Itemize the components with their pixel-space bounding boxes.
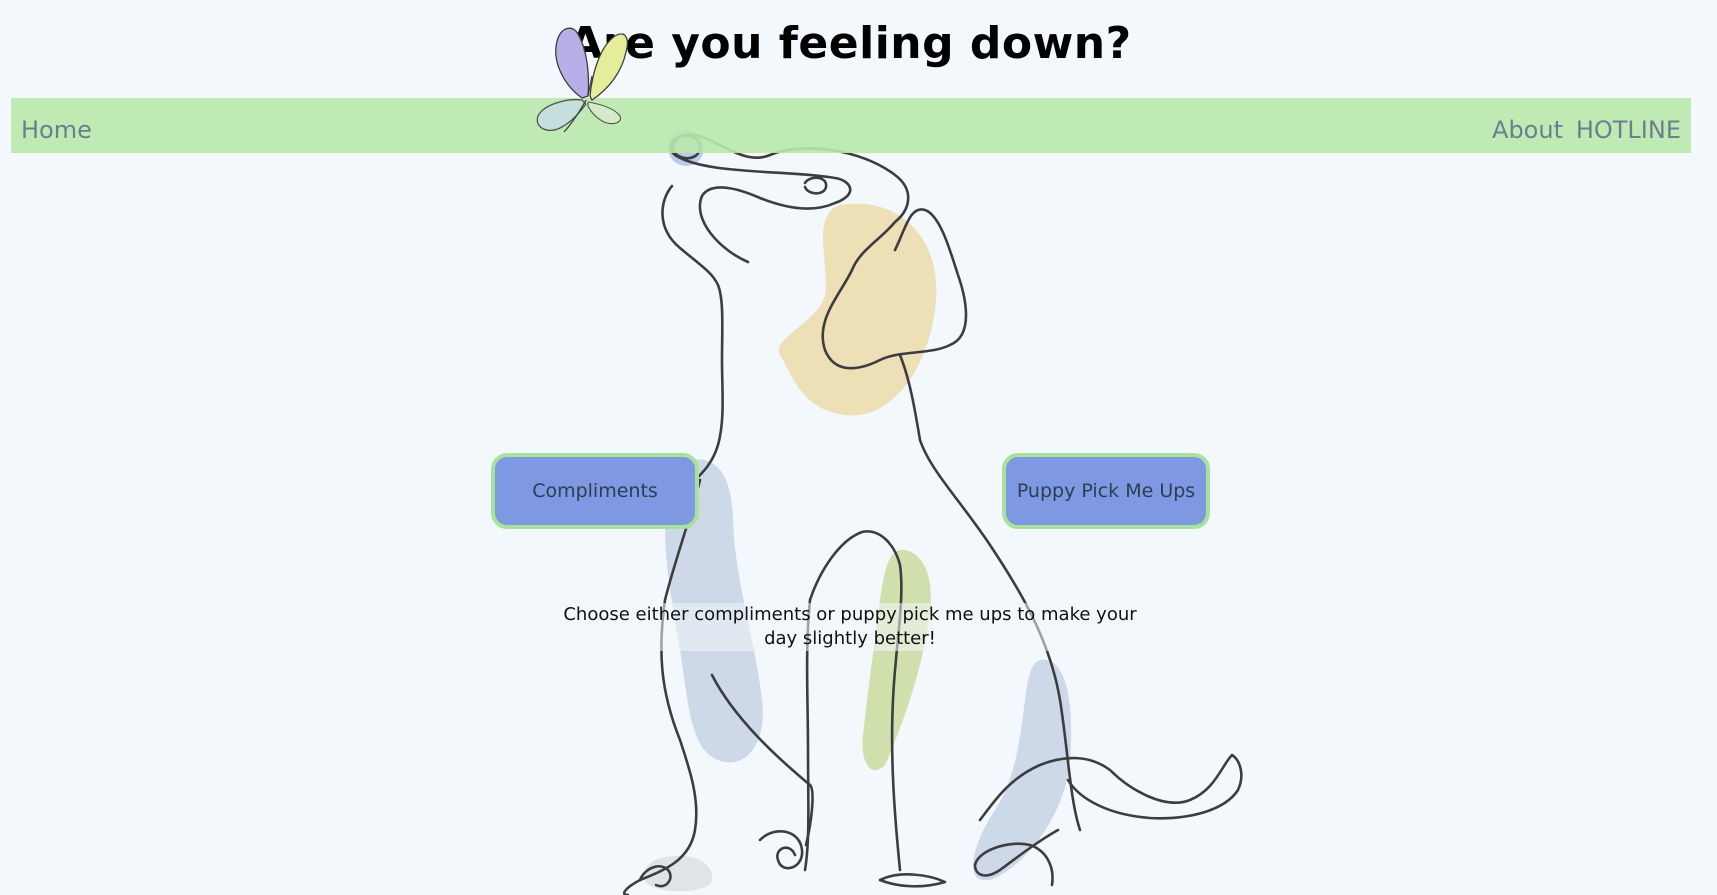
compliments-button[interactable]: Compliments <box>491 453 699 529</box>
page-title: Are you feeling down? <box>568 18 1132 69</box>
puppy-pick-me-ups-button[interactable]: Puppy Pick Me Ups <box>1002 453 1210 529</box>
navbar: Home About HOTLINE <box>11 98 1691 153</box>
page: Are you feeling down? Home About HOTLINE… <box>0 0 1717 895</box>
instruction-text: Choose either compliments or puppy pick … <box>555 603 1145 651</box>
nav-home-link[interactable]: Home <box>21 116 92 144</box>
butterfly-icon <box>536 27 629 133</box>
nav-about-link[interactable]: About <box>1492 116 1563 144</box>
nav-hotline-link[interactable]: HOTLINE <box>1576 116 1681 144</box>
